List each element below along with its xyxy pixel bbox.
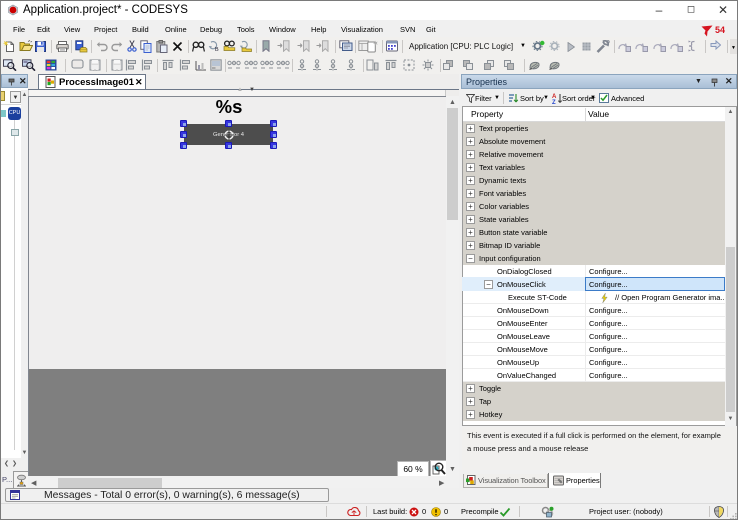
svg-text:B: B — [215, 47, 219, 52]
svg-text:Z: Z — [552, 100, 556, 104]
